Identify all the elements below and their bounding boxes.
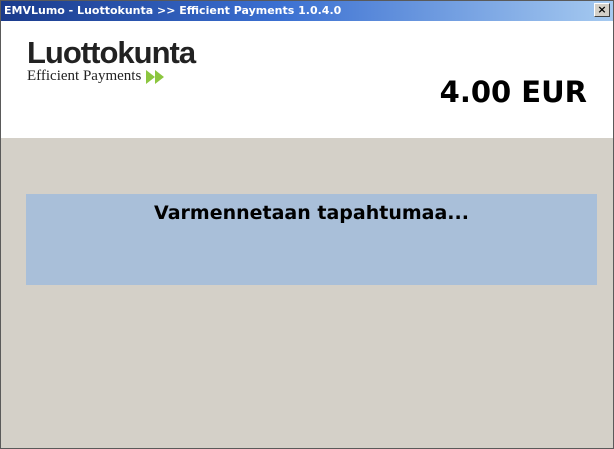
luottokunta-logo: Luottokunta Efficient Payments bbox=[27, 35, 196, 85]
status-panel: Varmennetaan tapahtumaa... bbox=[26, 194, 597, 285]
close-icon: × bbox=[597, 3, 607, 16]
status-message: Varmennetaan tapahtumaa... bbox=[154, 202, 469, 224]
window-titlebar[interactable]: EMVLumo - Luottokunta >> Efficient Payme… bbox=[1, 1, 613, 21]
window-title: EMVLumo - Luottokunta >> Efficient Payme… bbox=[4, 4, 342, 17]
logo-tagline-row: Efficient Payments bbox=[27, 68, 195, 85]
close-button[interactable]: × bbox=[594, 3, 610, 17]
double-arrow-right-icon bbox=[146, 69, 165, 84]
logo-brand: Luottokunta bbox=[27, 35, 196, 70]
logo-tagline: Efficient Payments bbox=[27, 68, 142, 84]
payment-window: EMVLumo - Luottokunta >> Efficient Payme… bbox=[0, 0, 614, 449]
header-bar: Luottokunta Efficient Payments 4.00 EUR bbox=[1, 21, 613, 138]
payment-amount: 4.00 EUR bbox=[439, 75, 587, 109]
